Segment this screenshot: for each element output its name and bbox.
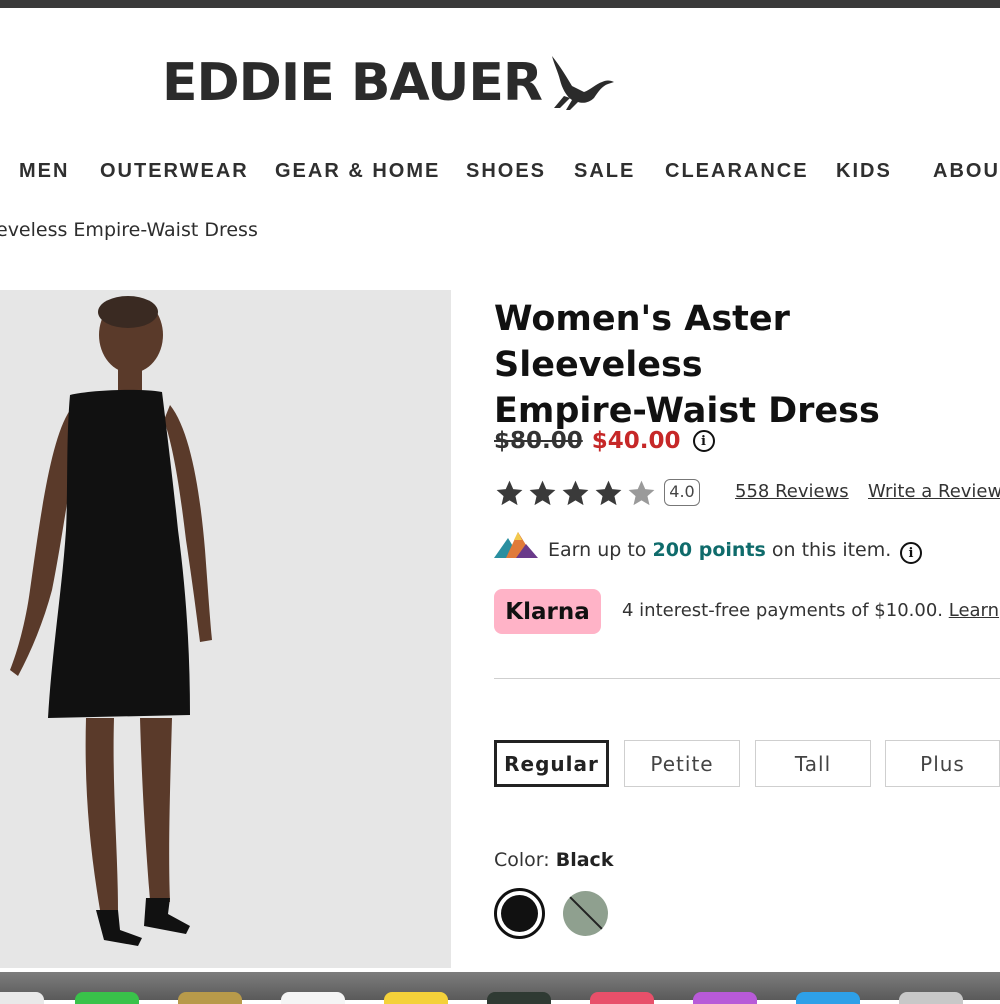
nav-shoes[interactable]: SHOES [466,160,546,183]
rewards-suffix: on this item. [771,539,892,561]
color-selection-label: Color: Black [494,849,613,871]
product-title-line1: Women's Aster Sleeveless [494,299,790,385]
dock-app-icon[interactable] [384,992,448,1004]
os-dock [0,972,1000,1004]
nav-gear-home[interactable]: GEAR & HOME [275,160,440,183]
swatch-fill [501,895,538,932]
original-price: $80.00 [494,428,583,454]
star-icon-filled [496,480,523,506]
size-regular-button[interactable]: Regular [494,740,609,787]
klarna-badge: Klarna [494,589,601,634]
brand-name: EDDIE BAUER [162,53,543,113]
color-swatch-sage-unavailable[interactable] [563,891,608,936]
price-row: $80.00 $40.00 i [494,428,715,454]
reviews-link[interactable]: 558 Reviews [735,481,849,502]
star-icon-empty [628,480,655,506]
dock-app-icon[interactable] [281,992,345,1004]
rewards-text: Earn up to 200 points on this item. [548,539,891,561]
size-tall-button[interactable]: Tall [755,740,871,787]
klarna-installments: 4 interest-free payments of $10.00. [622,600,943,621]
size-petite-button[interactable]: Petite [624,740,740,787]
nav-about[interactable]: ABOUT [933,160,1000,183]
brand-logo[interactable]: EDDIE BAUER [162,48,616,118]
star-icon-filled [529,480,556,506]
star-icon-filled [595,480,622,506]
color-swatch-black[interactable] [494,888,545,939]
dock-app-icon[interactable] [178,992,242,1004]
breadcrumb[interactable]: eveless Empire-Waist Dress [0,219,258,241]
write-review-link[interactable]: Write a Review [868,481,1000,502]
nav-clearance[interactable]: CLEARANCE [665,160,809,183]
rewards-info-icon[interactable]: i [900,542,922,564]
nav-outerwear[interactable]: OUTERWEAR [100,160,249,183]
color-label: Color: [494,849,550,871]
goose-logo-icon [551,56,614,110]
klarna-learn-link[interactable]: Learn [949,600,999,621]
dock-app-icon[interactable] [693,992,757,1004]
product-image[interactable] [0,290,451,968]
mountain-rewards-icon [494,532,538,558]
nav-kids[interactable]: KIDS [836,160,892,183]
divider [494,678,1000,679]
rewards-prefix: Earn up to [548,539,647,561]
dock-app-icon[interactable] [899,992,963,1004]
size-plus-button[interactable]: Plus [885,740,1000,787]
product-title: Women's Aster Sleeveless Empire-Waist Dr… [494,296,994,434]
rating-value-badge: 4.0 [664,479,700,506]
rewards-points: 200 points [652,539,766,561]
dock-app-icon[interactable] [487,992,551,1004]
nav-men[interactable]: MEN [19,160,69,183]
dock-app-icon[interactable] [0,992,44,1004]
rating-row: 4.0 558 Reviews Write a Review [494,478,1000,510]
klarna-message: 4 interest-free payments of $10.00. Lear… [622,600,999,621]
browser-top-bar [0,0,1000,8]
star-icon-filled [562,480,589,506]
info-icon[interactable]: i [692,430,715,452]
unavailable-slash [566,893,606,933]
color-value: Black [555,849,614,871]
rewards-row: Earn up to 200 points on this item. i [494,530,1000,570]
nav-sale[interactable]: SALE [574,160,635,183]
dock-app-icon[interactable] [590,992,654,1004]
sale-price: $40.00 [591,428,681,454]
main-nav: MEN OUTERWEAR GEAR & HOME SHOES SALE CLE… [0,160,1000,186]
dock-app-icon[interactable] [796,992,860,1004]
model-figure [10,296,212,946]
dock-app-icon[interactable] [75,992,139,1004]
star-rating[interactable] [494,478,659,509]
